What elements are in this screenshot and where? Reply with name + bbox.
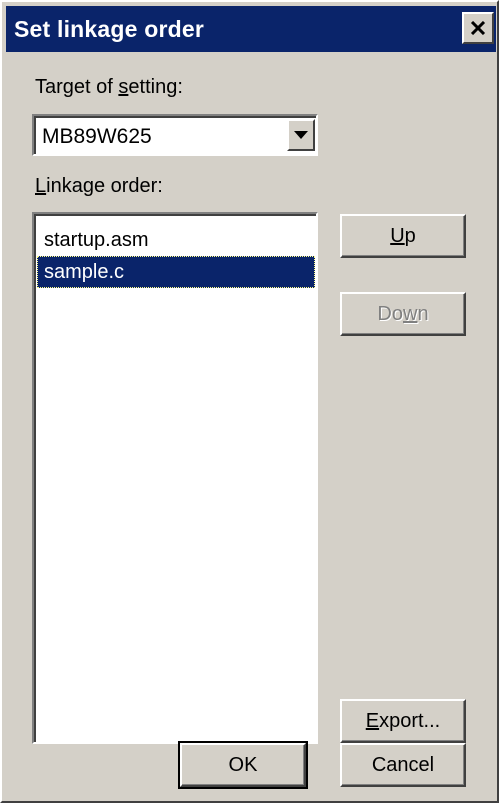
list-item[interactable]: startup.asm bbox=[37, 224, 315, 256]
linkage-label-accelerator: L bbox=[35, 175, 47, 197]
linkage-label-part: inkage order: bbox=[46, 175, 163, 197]
window-title: Set linkage order bbox=[14, 15, 205, 42]
ok-button[interactable]: OK bbox=[178, 741, 308, 789]
close-button[interactable] bbox=[462, 12, 494, 44]
target-combobox[interactable]: MB89W625 bbox=[31, 113, 319, 157]
export-button[interactable]: Export... bbox=[340, 699, 466, 743]
target-label-part: Target of bbox=[35, 76, 119, 98]
down-label-part: n bbox=[417, 302, 429, 325]
export-accelerator: E bbox=[365, 709, 380, 732]
set-linkage-order-dialog: Set linkage order Target of setting: MB8… bbox=[0, 0, 499, 803]
target-of-setting-label: Target of setting: bbox=[35, 76, 183, 99]
target-label-accelerator: s bbox=[118, 76, 129, 98]
up-button[interactable]: Up bbox=[340, 214, 466, 258]
listbox-frame: startup.asm sample.c bbox=[34, 214, 316, 742]
down-accelerator: w bbox=[403, 302, 418, 325]
export-label-part: xport... bbox=[379, 709, 441, 732]
linkage-order-label: Linkage order: bbox=[35, 175, 163, 198]
linkage-order-listbox[interactable]: startup.asm sample.c bbox=[32, 212, 318, 744]
up-label-part: p bbox=[404, 224, 416, 247]
down-label-part: Do bbox=[377, 302, 403, 325]
chevron-down-icon bbox=[294, 131, 308, 139]
cancel-button[interactable]: Cancel bbox=[340, 743, 466, 787]
list-item-selected[interactable]: sample.c bbox=[37, 256, 315, 288]
down-button[interactable]: Do w n bbox=[340, 292, 466, 336]
up-accelerator: U bbox=[390, 224, 405, 247]
target-label-part: etting: bbox=[128, 76, 183, 98]
dropdown-button[interactable] bbox=[287, 119, 315, 151]
combobox-frame: MB89W625 bbox=[34, 116, 316, 154]
close-icon bbox=[470, 21, 486, 35]
title-bar[interactable]: Set linkage order bbox=[6, 6, 496, 52]
target-selected-value: MB89W625 bbox=[42, 125, 152, 148]
